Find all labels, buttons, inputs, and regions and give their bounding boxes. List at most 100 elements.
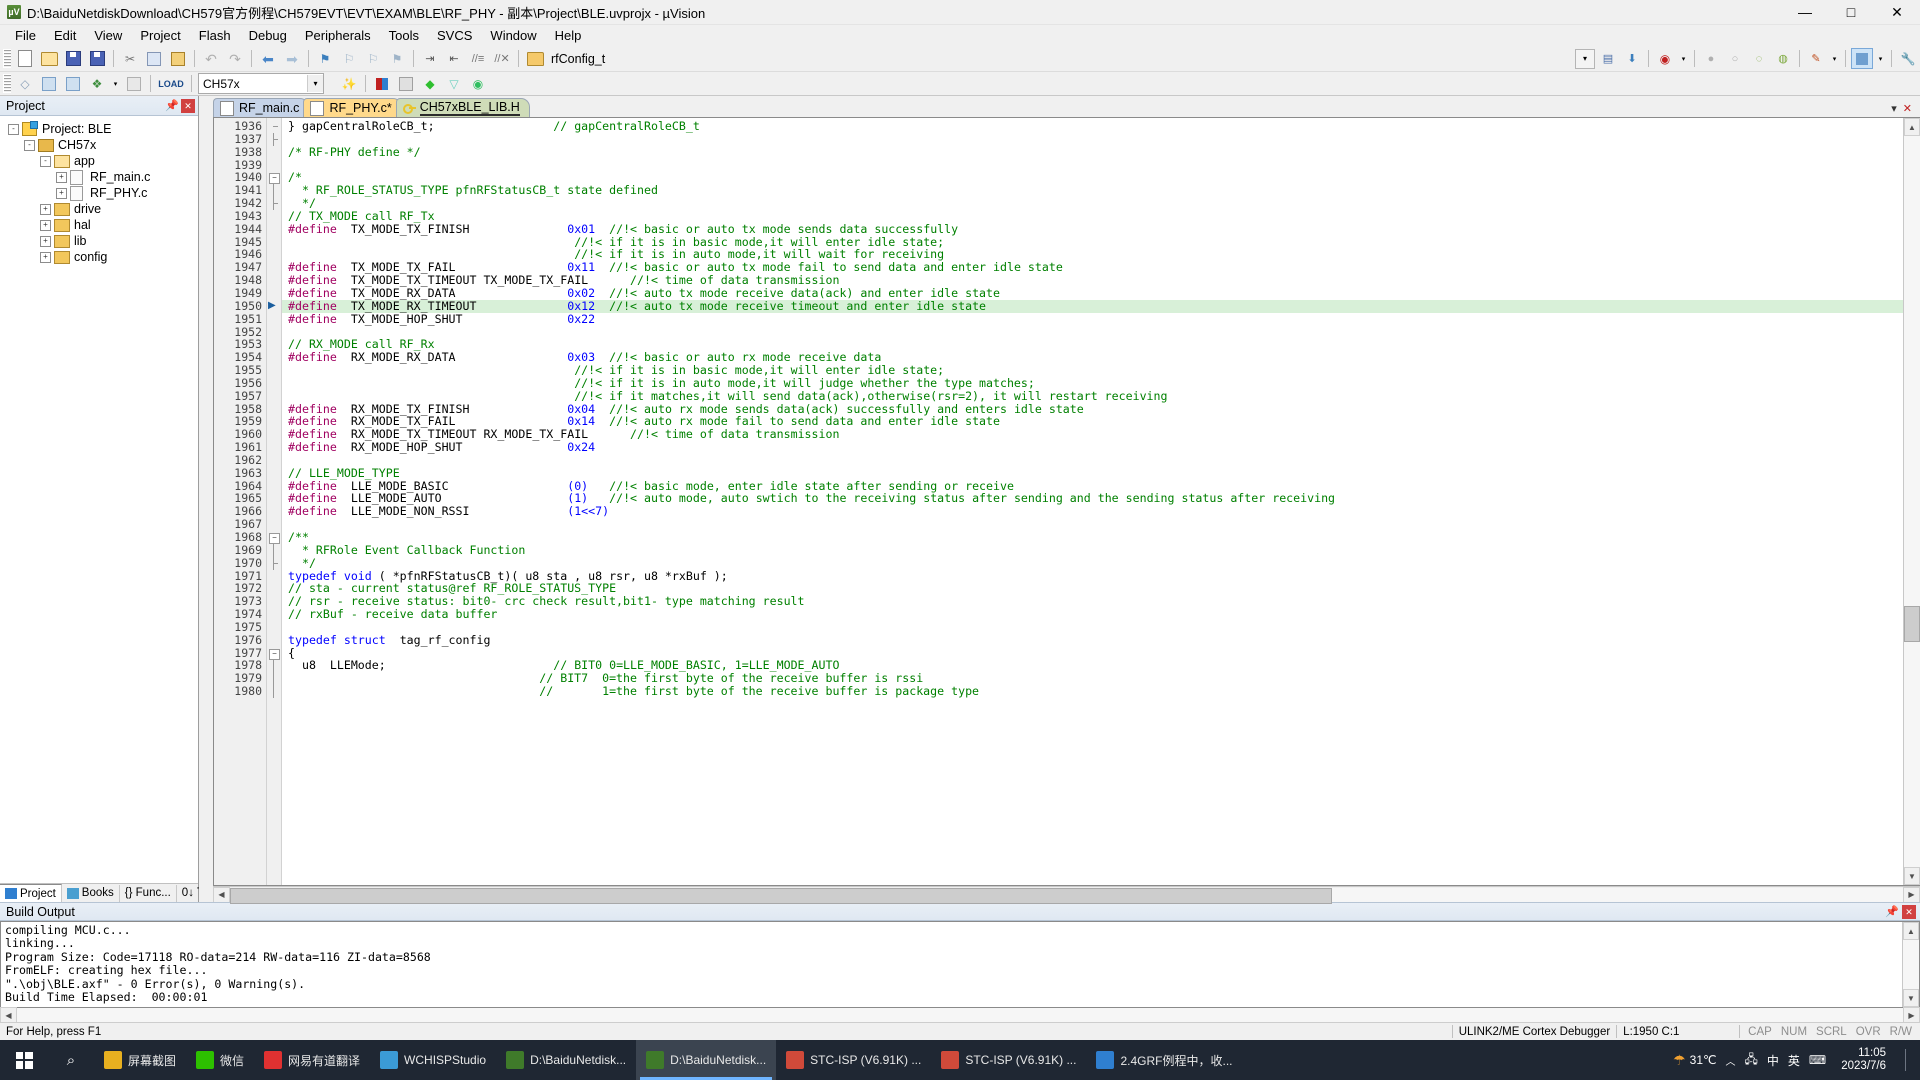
- outdent-icon[interactable]: ⇤: [443, 48, 465, 69]
- keyboard-icon[interactable]: ⌨: [1809, 1053, 1826, 1067]
- build-output-body[interactable]: compiling MCU.c... linking... Program Size…: [0, 921, 1920, 1008]
- code-line[interactable]: // LLE_MODE_TYPE: [282, 466, 1903, 480]
- expander-icon[interactable]: +: [40, 251, 51, 263]
- code-line[interactable]: * RFRole Event Callback Function: [282, 543, 1903, 557]
- editor-tab-rf-main-c[interactable]: RF_main.c: [213, 98, 310, 117]
- window-layout-icon[interactable]: [1851, 48, 1873, 69]
- menu-help[interactable]: Help: [546, 26, 591, 45]
- translate-icon[interactable]: ◇: [14, 73, 36, 94]
- tab-books[interactable]: Books: [62, 884, 120, 902]
- scroll-down-button[interactable]: ▼: [1904, 867, 1920, 885]
- expander-icon[interactable]: +: [40, 219, 51, 231]
- code-line[interactable]: //!< if it is in basic mode,it will ente…: [282, 364, 1903, 377]
- fold-marker[interactable]: −: [267, 171, 281, 185]
- editor-vertical-scrollbar[interactable]: ▲ ▼: [1903, 118, 1920, 885]
- open-file-icon[interactable]: [38, 48, 60, 69]
- download-icon[interactable]: LOAD: [156, 73, 186, 94]
- breakpoint-icon[interactable]: ●: [1700, 48, 1722, 69]
- find-in-files-icon[interactable]: [524, 48, 546, 69]
- search-icon[interactable]: ⌕: [48, 1040, 94, 1080]
- pin-icon[interactable]: 📌: [1885, 905, 1899, 919]
- code-line[interactable]: #define RX_MODE_HOP_SHUT 0x24: [282, 441, 1903, 454]
- ime-label[interactable]: 英: [1788, 1052, 1800, 1069]
- chevron-down-icon[interactable]: ▾: [1575, 48, 1595, 69]
- hscroll-thumb[interactable]: [230, 887, 1332, 904]
- save-icon[interactable]: [62, 48, 84, 69]
- code-line[interactable]: typedef struct tag_rf_config: [282, 633, 1903, 647]
- insert-icon[interactable]: ⬇: [1621, 48, 1643, 69]
- zoom-dropdown-icon[interactable]: ▾: [1678, 48, 1689, 69]
- code-line[interactable]: // TX_MODE call RF_Tx: [282, 209, 1903, 223]
- tab-project[interactable]: Project: [0, 884, 62, 902]
- redo-icon[interactable]: ↷: [224, 48, 246, 69]
- tree-node-ch57x[interactable]: - CH57x: [0, 137, 198, 153]
- target-options-icon[interactable]: [371, 73, 393, 94]
- tree-node-project-ble[interactable]: - Project: BLE: [0, 121, 198, 137]
- editor-tab-rf-phy-c[interactable]: RF_PHY.c*: [303, 98, 402, 117]
- code-line[interactable]: /* RF-PHY define */: [282, 145, 1903, 159]
- hscroll-track[interactable]: [230, 887, 1903, 904]
- taskbar-app-wch-isp-icon[interactable]: WCHISPStudio: [370, 1040, 496, 1080]
- undo-icon[interactable]: ↶: [200, 48, 222, 69]
- scroll-track-upper[interactable]: [1904, 136, 1920, 606]
- code-text-area[interactable]: } gapCentralRoleCB_t; // gapCentralRoleC…: [282, 118, 1903, 885]
- save-all-icon[interactable]: [86, 48, 108, 69]
- expander-icon[interactable]: +: [40, 235, 51, 247]
- scroll-down-button[interactable]: ▼: [1903, 989, 1919, 1007]
- manage-components-icon[interactable]: [395, 73, 417, 94]
- hscroll-track[interactable]: [17, 1008, 1903, 1022]
- bookmark-next-icon[interactable]: ⚐: [362, 48, 384, 69]
- uncomment-icon[interactable]: //✕: [491, 48, 513, 69]
- bookmark-prev-icon[interactable]: ⚐: [338, 48, 360, 69]
- close-button[interactable]: ✕: [1874, 0, 1920, 24]
- close-icon[interactable]: ✕: [181, 98, 195, 113]
- show-desktop-icon[interactable]: [1905, 1049, 1914, 1071]
- scroll-right-button[interactable]: ▶: [1903, 1007, 1920, 1023]
- expander-icon[interactable]: -: [24, 139, 35, 151]
- configuration-wizard-icon[interactable]: 🔧: [1897, 48, 1919, 69]
- expander-icon[interactable]: +: [56, 187, 67, 199]
- new-file-icon[interactable]: [14, 48, 36, 69]
- code-editor[interactable]: 1936 1937 1938 1939 1940 1941 1942 1943 1944 1945…: [214, 118, 1903, 885]
- paste-icon[interactable]: [167, 48, 189, 69]
- code-line[interactable]: // rsr - receive status: bit0- crc check…: [282, 595, 1903, 608]
- magic-wand-icon[interactable]: ✨: [338, 73, 360, 94]
- breakpoint-list-icon[interactable]: ◍: [1772, 48, 1794, 69]
- menu-debug[interactable]: Debug: [240, 26, 296, 45]
- navigate-forward-icon[interactable]: ➡: [281, 48, 303, 69]
- batch-build-dropdown-icon[interactable]: ▾: [110, 73, 121, 94]
- clock[interactable]: 11:05 2023/7/6: [1835, 1047, 1892, 1073]
- network-icon[interactable]: 🖧: [1744, 1050, 1757, 1071]
- minimize-button[interactable]: —: [1782, 0, 1828, 24]
- navigate-back-icon[interactable]: ⬅: [257, 48, 279, 69]
- menu-peripherals[interactable]: Peripherals: [296, 26, 380, 45]
- indent-icon[interactable]: ⇥: [419, 48, 441, 69]
- menu-svcs[interactable]: SVCS: [428, 26, 481, 45]
- tab-close-icon[interactable]: ✕: [1903, 102, 1912, 115]
- taskbar-app-screenshot-icon[interactable]: 屏幕截图: [94, 1040, 186, 1080]
- weather-widget[interactable]: ☂ 31℃: [1673, 1052, 1716, 1069]
- menu-window[interactable]: Window: [481, 26, 545, 45]
- menu-project[interactable]: Project: [131, 26, 189, 45]
- project-window-icon[interactable]: ◆: [419, 73, 441, 94]
- menu-edit[interactable]: Edit: [45, 26, 85, 45]
- rebuild-icon[interactable]: [62, 73, 84, 94]
- tree-node-drive[interactable]: + drive: [0, 201, 198, 217]
- code-line[interactable]: // rxBuf - receive data buffer: [282, 608, 1903, 621]
- function-combo-value[interactable]: rfConfig_t: [547, 48, 605, 69]
- code-line[interactable]: [282, 326, 1903, 339]
- taskbar-app-wechat-icon[interactable]: 微信: [186, 1040, 254, 1080]
- menu-file[interactable]: File: [6, 26, 45, 45]
- tray-chevron-icon[interactable]: ︿: [1725, 1053, 1735, 1068]
- scroll-left-button[interactable]: ◀: [213, 886, 230, 903]
- bookmark-clear-icon[interactable]: ⚑: [386, 48, 408, 69]
- cut-icon[interactable]: ✂: [119, 48, 141, 69]
- code-line[interactable]: [282, 159, 1903, 172]
- tab-functions[interactable]: {} Func...: [120, 884, 177, 902]
- code-line[interactable]: //!< if it matches,it will send data(ack…: [282, 389, 1903, 403]
- zoom-icon[interactable]: ◉: [1654, 48, 1676, 69]
- scroll-up-button[interactable]: ▲: [1903, 922, 1919, 940]
- scroll-thumb[interactable]: [1904, 606, 1920, 642]
- toolbar-grip[interactable]: [3, 49, 11, 68]
- close-icon[interactable]: ✕: [1902, 904, 1916, 919]
